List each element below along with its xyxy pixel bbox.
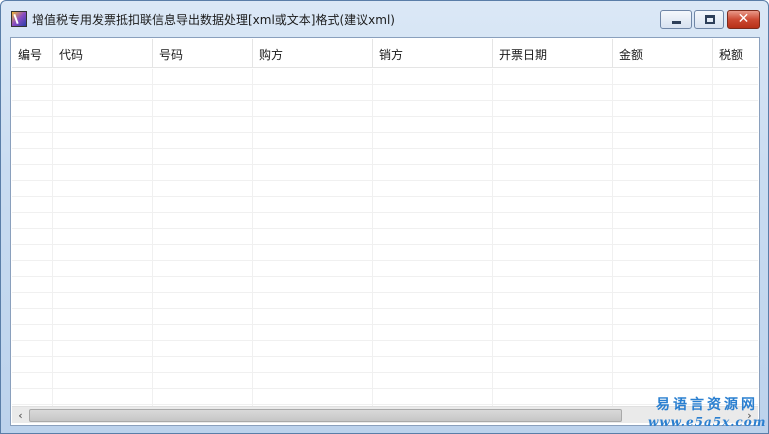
watermark-logo: 易语言资源网 www.e5a5x.com: [648, 396, 766, 432]
watermark-url: www.e5a5x.com: [648, 415, 767, 429]
table-row[interactable]: [12, 309, 758, 325]
table-row[interactable]: [12, 261, 758, 277]
table-row[interactable]: [12, 197, 758, 213]
table-row[interactable]: [12, 389, 758, 405]
table-row[interactable]: [12, 133, 758, 149]
close-button[interactable]: ✕: [727, 10, 760, 29]
table-row[interactable]: [12, 101, 758, 117]
column-header-issue-date[interactable]: 开票日期: [493, 39, 613, 68]
table-row[interactable]: [12, 117, 758, 133]
table-row[interactable]: [12, 85, 758, 101]
table-row[interactable]: [12, 149, 758, 165]
app-icon[interactable]: [11, 11, 27, 27]
column-header-number[interactable]: 号码: [153, 39, 253, 68]
table-row[interactable]: [12, 277, 758, 293]
table-row[interactable]: [12, 181, 758, 197]
column-header-code[interactable]: 代码: [53, 39, 153, 68]
horizontal-scrollbar[interactable]: ‹ ›: [12, 406, 758, 423]
close-icon: ✕: [737, 11, 750, 27]
table-row[interactable]: [12, 341, 758, 357]
table-row[interactable]: [12, 165, 758, 181]
client-area: 编号 代码 号码 购方 销方 开票日期 金额 税额 ‹ ›: [10, 37, 760, 426]
scroll-left-icon[interactable]: ‹: [12, 407, 29, 424]
maximize-button[interactable]: [694, 10, 724, 29]
watermark-title: 易语言资源网: [656, 397, 758, 413]
list-header: 编号 代码 号码 购方 销方 开票日期 金额 税额: [12, 39, 758, 68]
title-bar[interactable]: 增值税专用发票抵扣联信息导出数据处理[xml或文本]格式(建议xml) ✕: [1, 1, 768, 37]
column-header-amount[interactable]: 金额: [613, 39, 713, 68]
maximize-icon: [705, 15, 715, 24]
invoice-list[interactable]: 编号 代码 号码 购方 销方 开票日期 金额 税额: [12, 39, 758, 406]
main-window: 增值税专用发票抵扣联信息导出数据处理[xml或文本]格式(建议xml) ✕ 编号…: [0, 0, 769, 434]
window-title: 增值税专用发票抵扣联信息导出数据处理[xml或文本]格式(建议xml): [32, 13, 395, 27]
column-header-tax[interactable]: 税额: [713, 39, 758, 68]
scroll-thumb[interactable]: [29, 409, 622, 422]
table-row[interactable]: [12, 229, 758, 245]
table-row[interactable]: [12, 373, 758, 389]
table-row[interactable]: [12, 213, 758, 229]
table-row[interactable]: [12, 357, 758, 373]
column-header-seller[interactable]: 销方: [373, 39, 493, 68]
table-row[interactable]: [12, 245, 758, 261]
table-row[interactable]: [12, 69, 758, 85]
list-grid: [12, 69, 758, 406]
table-row[interactable]: [12, 325, 758, 341]
column-header-id[interactable]: 编号: [12, 39, 53, 68]
table-row[interactable]: [12, 293, 758, 309]
minimize-icon: [672, 21, 681, 24]
column-header-buyer[interactable]: 购方: [253, 39, 373, 68]
minimize-button[interactable]: [660, 10, 692, 29]
